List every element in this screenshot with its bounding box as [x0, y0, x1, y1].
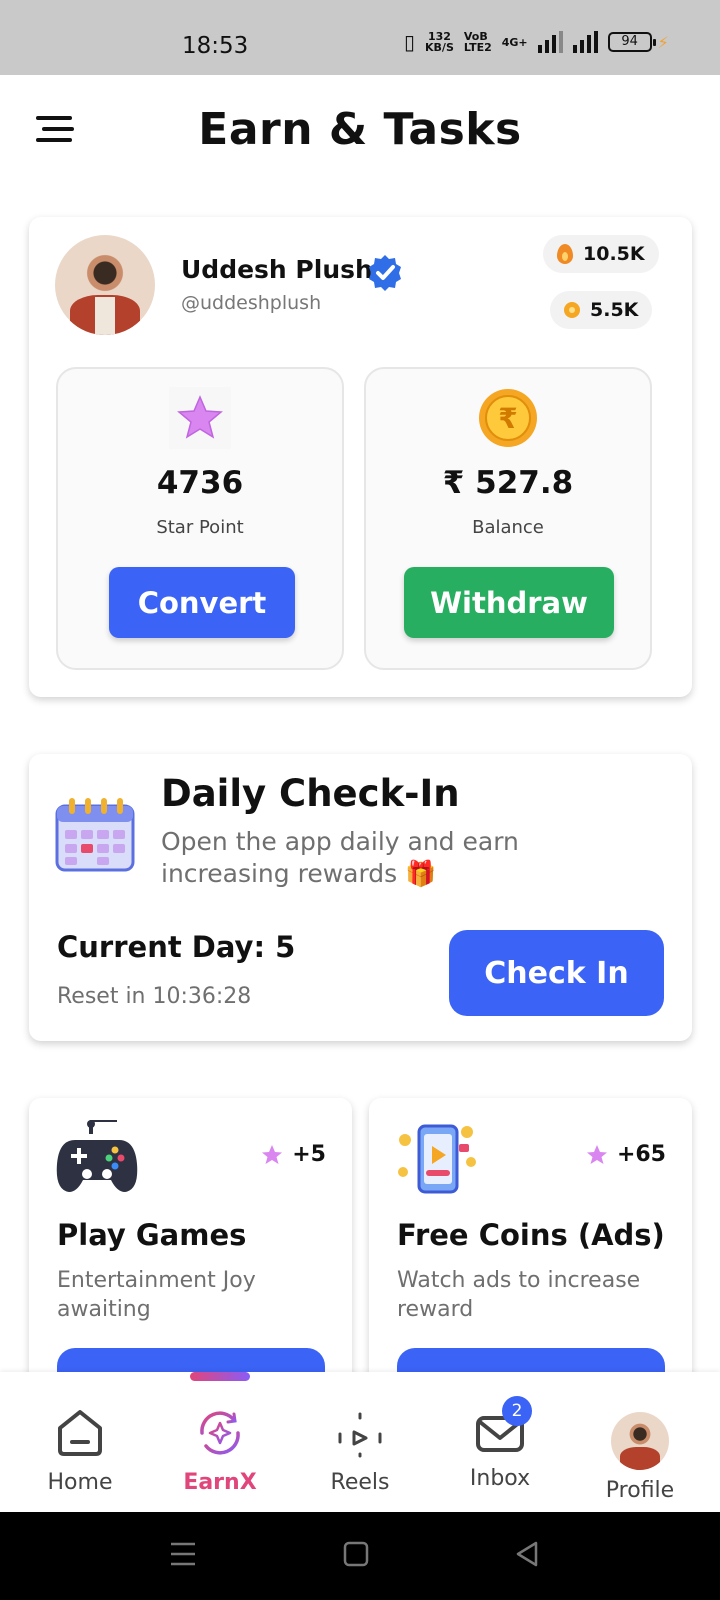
- home-icon: [58, 1410, 102, 1456]
- ads-reward-value: +65: [616, 1142, 666, 1167]
- balance-box: ₹ ₹ 527.8 Balance Withdraw: [364, 367, 652, 670]
- signal-bars-2-icon: [572, 31, 598, 53]
- network-speed: 132 KB/S: [425, 31, 454, 53]
- inbox-icon-wrap: 2: [474, 1396, 532, 1458]
- balance-label: Balance: [472, 517, 544, 538]
- star-small-icon: [586, 1144, 607, 1164]
- profile-avatar: [611, 1412, 669, 1470]
- status-icons: ▯ 132 KB/S VoB LTE2 4G+ 94 ⚡: [404, 30, 669, 54]
- nav-earnx[interactable]: EarnX: [160, 1408, 280, 1495]
- games-title: Play Games: [57, 1218, 247, 1252]
- nav-home[interactable]: Home: [20, 1408, 140, 1495]
- nav-profile-label: Profile: [605, 1478, 675, 1503]
- nav-home-label: Home: [47, 1470, 113, 1495]
- withdraw-button[interactable]: Withdraw: [404, 567, 614, 638]
- network-type: 4G+: [501, 35, 528, 49]
- fire-icon: [557, 244, 573, 264]
- games-reward: +5: [260, 1142, 326, 1167]
- current-day: Current Day: 5: [57, 930, 296, 964]
- coin-icon: [564, 302, 580, 318]
- fire-streak-pill: 10.5K: [543, 235, 659, 273]
- phone-ads-icon: [398, 1124, 476, 1194]
- games-description: Entertainment Joy awaiting: [57, 1268, 256, 1322]
- signal-bars-icon: [537, 31, 563, 53]
- gamepad-icon: [56, 1120, 138, 1192]
- recents-icon[interactable]: [170, 1540, 196, 1568]
- earnx-icon: [200, 1411, 240, 1455]
- check-in-button[interactable]: Check In: [449, 930, 664, 1016]
- svg-text:₹: ₹: [498, 402, 517, 435]
- ads-reward: +65: [585, 1142, 666, 1167]
- star-small-icon: [262, 1144, 283, 1164]
- star-icon: [169, 387, 231, 449]
- user-handle: @uddeshplush: [181, 292, 322, 314]
- battery-icon: 94: [607, 32, 656, 52]
- star-point-label: Star Point: [156, 517, 244, 538]
- nav-inbox[interactable]: 2 Inbox: [440, 1396, 560, 1491]
- nav-profile[interactable]: Profile: [580, 1412, 700, 1503]
- calendar-icon: [55, 798, 135, 872]
- checkin-subtitle: Open the app daily and earn increasing r…: [161, 827, 519, 888]
- volte-bottom: LTE2: [463, 41, 492, 54]
- active-tab-indicator: [190, 1372, 250, 1381]
- convert-button[interactable]: Convert: [109, 567, 295, 638]
- reset-timer: Reset in 10:36:28: [57, 984, 252, 1009]
- verified-badge-icon: [369, 255, 401, 291]
- inbox-badge: 2: [502, 1396, 532, 1426]
- fire-count: 10.5K: [583, 243, 645, 265]
- avatar[interactable]: [55, 235, 155, 335]
- free-coins-card[interactable]: +65 Free Coins (Ads) Watch ads to increa…: [369, 1098, 692, 1428]
- profile-card: Uddesh Plush @uddeshplush 10.5K 5.5K 473…: [29, 217, 692, 697]
- vibrate-icon: ▯: [404, 30, 416, 54]
- user-name: Uddesh Plush: [181, 255, 373, 284]
- reels-icon: [338, 1412, 382, 1458]
- star-point-box: 4736 Star Point Convert: [56, 367, 344, 670]
- coin-pill: 5.5K: [550, 291, 653, 329]
- play-games-card[interactable]: +5 Play Games Entertainment Joy awaiting: [29, 1098, 352, 1428]
- coin-count: 5.5K: [590, 299, 639, 321]
- page-title: Earn & Tasks: [198, 104, 522, 155]
- daily-checkin-card: Daily Check-In Open the app daily and ea…: [29, 754, 692, 1041]
- status-bar: 18:53 ▯ 132 KB/S VoB LTE2 4G+ 94 ⚡: [0, 0, 720, 75]
- back-icon[interactable]: [514, 1540, 540, 1568]
- nav-reels-label: Reels: [330, 1470, 390, 1495]
- volte-indicator: VoB LTE2: [464, 31, 492, 53]
- ads-description: Watch ads to increase reward: [397, 1268, 641, 1322]
- ads-title: Free Coins (Ads): [397, 1218, 665, 1252]
- checkin-title: Daily Check-In: [161, 772, 460, 815]
- bottom-nav: Home EarnX Reels 2 Inbox Profile: [0, 1372, 720, 1512]
- games-reward-value: +5: [292, 1142, 326, 1167]
- rupee-coin-icon: ₹: [479, 389, 537, 447]
- charging-icon: ⚡: [657, 32, 669, 52]
- nav-earnx-label: EarnX: [183, 1470, 257, 1495]
- star-point-value: 4736: [156, 465, 244, 501]
- nav-inbox-label: Inbox: [469, 1466, 531, 1491]
- system-nav-bar: [0, 1512, 720, 1600]
- balance-value: ₹ 527.8: [442, 465, 574, 501]
- nav-reels[interactable]: Reels: [300, 1408, 420, 1495]
- home-system-icon[interactable]: [343, 1540, 369, 1568]
- status-time: 18:53: [182, 33, 249, 59]
- network-speed-unit: KB/S: [425, 41, 454, 54]
